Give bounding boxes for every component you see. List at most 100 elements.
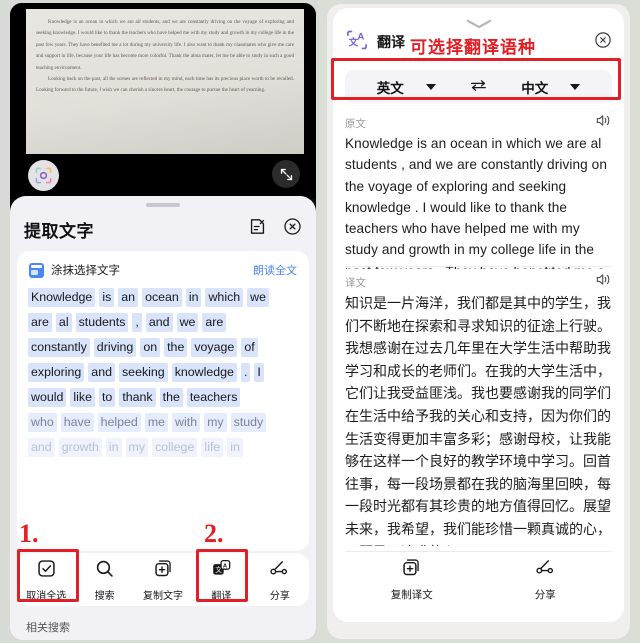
smear-select-label: 涂抹选择文字 xyxy=(51,265,120,277)
selected-word[interactable]: college xyxy=(152,438,198,457)
selected-word[interactable]: seeking xyxy=(118,363,168,382)
bottom-bar-item-copy-plus[interactable]: 复制译文 xyxy=(345,557,479,602)
selected-word[interactable]: an xyxy=(118,288,139,307)
copy-plus-icon xyxy=(153,558,174,584)
selected-word[interactable]: helped xyxy=(97,413,141,432)
read-all-button[interactable]: 朗读全文 xyxy=(253,262,297,278)
word-line[interactable]: constantly driving on the voyage of xyxy=(28,338,298,357)
selected-word[interactable]: the xyxy=(159,388,183,407)
selected-word[interactable]: we xyxy=(247,288,270,307)
annotation-language-hint: 可选择翻译语种 xyxy=(410,38,536,57)
selected-word[interactable]: constantly xyxy=(28,338,90,357)
share-nodes-icon xyxy=(269,558,290,584)
selected-word[interactable]: thank xyxy=(119,388,156,407)
selected-word[interactable]: my xyxy=(204,413,227,432)
selected-word[interactable]: to xyxy=(98,388,116,407)
selected-word[interactable]: with xyxy=(172,413,201,432)
word-line[interactable]: exploring and seeking knowledge. I xyxy=(28,363,298,382)
source-text[interactable]: Knowledge is an ocean in which we are al… xyxy=(345,133,612,269)
smear-select-icon xyxy=(29,262,44,278)
share-nodes-icon xyxy=(535,557,556,583)
page-title: 提取文字 xyxy=(24,221,94,241)
selected-word[interactable]: on xyxy=(140,338,161,357)
annotation-box-language xyxy=(331,58,621,100)
word-line[interactable]: are al students, and we are xyxy=(28,313,298,332)
target-text-section: 译文 知识是一片海洋，我们都是其中的学生，我们不断地在探索和寻求知识的征途上行驶… xyxy=(345,272,612,546)
word-line[interactable]: would like to thank the teachers xyxy=(28,388,298,407)
annotation-box-2 xyxy=(196,549,248,602)
selected-word[interactable]: students xyxy=(75,313,129,332)
word-line[interactable]: who have helped me with my study xyxy=(28,413,298,432)
translate-bottom-bar: 复制译文 分享 xyxy=(345,554,612,604)
annotation-number-1: 1. xyxy=(19,519,39,548)
selected-word[interactable]: growth xyxy=(58,438,102,457)
lens-scan-icon[interactable] xyxy=(28,160,59,191)
translate-app-name: 翻译 xyxy=(377,34,405,50)
selected-word[interactable]: my xyxy=(125,438,149,457)
selected-word[interactable]: ocean xyxy=(142,288,182,307)
selected-word[interactable]: and xyxy=(88,363,115,382)
target-text[interactable]: 知识是一片海洋，我们都是其中的学生，我们不断地在探索和寻求知识的征途上行驶。我想… xyxy=(345,292,612,546)
selected-word[interactable]: life xyxy=(201,438,224,457)
selected-word[interactable]: voyage xyxy=(191,338,238,357)
selected-word[interactable]: have xyxy=(60,413,94,432)
toolbar-item-copy-plus[interactable]: 复制文字 xyxy=(134,558,192,602)
close-circle-icon[interactable] xyxy=(594,31,612,54)
word-line[interactable]: and growth in my college life in xyxy=(28,438,298,457)
selected-word[interactable]: study xyxy=(230,413,267,432)
edit-note-icon[interactable] xyxy=(248,217,267,241)
selected-word[interactable]: , xyxy=(132,313,142,332)
selected-word[interactable]: al xyxy=(55,313,72,332)
translate-app-icon: 文 A xyxy=(345,28,369,57)
selected-word[interactable]: we xyxy=(176,313,199,332)
selected-word[interactable]: which xyxy=(205,288,244,307)
toolbar-item-label: 搜索 xyxy=(94,590,115,602)
selected-word[interactable]: knowledge xyxy=(171,363,237,382)
selected-word[interactable]: are xyxy=(28,313,52,332)
selected-word[interactable]: in xyxy=(185,288,202,307)
selected-word[interactable]: are xyxy=(202,313,227,332)
toolbar-item-share-nodes[interactable]: 分享 xyxy=(251,558,309,602)
word-line[interactable]: Knowledge is an ocean in which we xyxy=(28,288,298,307)
selected-word[interactable]: who xyxy=(28,413,57,432)
section-divider xyxy=(345,266,612,267)
scanned-paper-image: Knowledge is an ocean in which we are al… xyxy=(26,9,304,154)
paper-paragraph-1: Knowledge is an ocean in which we are al… xyxy=(36,19,294,71)
selected-word[interactable]: exploring xyxy=(28,363,85,382)
selected-words-area[interactable]: Knowledge is an ocean in which we are al students… xyxy=(17,284,309,457)
target-section-header: 译文 xyxy=(345,272,612,292)
annotation-box-1 xyxy=(17,549,79,602)
selected-word[interactable]: would xyxy=(28,388,67,407)
selected-word[interactable]: teachers xyxy=(186,388,241,407)
toolbar-item-label: 分享 xyxy=(269,590,290,602)
selected-word[interactable]: in xyxy=(105,438,122,457)
selected-word[interactable]: in xyxy=(227,438,243,457)
speaker-icon[interactable] xyxy=(595,272,612,292)
selected-word[interactable]: . xyxy=(240,363,251,382)
speaker-icon[interactable] xyxy=(595,113,612,133)
selected-word[interactable]: me xyxy=(144,413,169,432)
selected-word[interactable]: I xyxy=(254,363,264,382)
close-circle-icon[interactable] xyxy=(283,217,302,241)
smear-select-row[interactable]: 涂抹选择文字 朗读全文 xyxy=(17,251,309,284)
toolbar-item-search[interactable]: 搜索 xyxy=(75,558,133,602)
right-phone-panel: 文 A 翻译 英文 中文 原文 Knowledge is an ocean in… xyxy=(318,0,640,643)
expand-arrows-icon[interactable] xyxy=(272,160,300,188)
related-search-label: 相关搜索 xyxy=(26,622,70,634)
related-search-section[interactable]: 相关搜索 xyxy=(10,614,316,640)
selected-word[interactable]: of xyxy=(241,338,258,357)
bottom-bar-item-share-nodes[interactable]: 分享 xyxy=(479,557,613,602)
selected-word[interactable]: is xyxy=(99,288,115,307)
selected-word[interactable]: and xyxy=(145,313,173,332)
left-phone-panel: Knowledge is an ocean in which we are al… xyxy=(0,0,318,643)
selected-word[interactable]: and xyxy=(28,438,55,457)
left-phone-frame: Knowledge is an ocean in which we are al… xyxy=(10,3,316,640)
svg-text:A: A xyxy=(357,31,364,42)
selected-word[interactable]: the xyxy=(164,338,188,357)
bottom-bar-item-label: 分享 xyxy=(534,588,556,601)
selected-word[interactable]: like xyxy=(70,388,95,407)
sheet-drag-handle[interactable] xyxy=(146,203,180,207)
photo-preview-area[interactable]: Knowledge is an ocean in which we are al… xyxy=(10,3,316,199)
selected-word[interactable]: Knowledge xyxy=(28,288,96,307)
selected-word[interactable]: driving xyxy=(93,338,137,357)
